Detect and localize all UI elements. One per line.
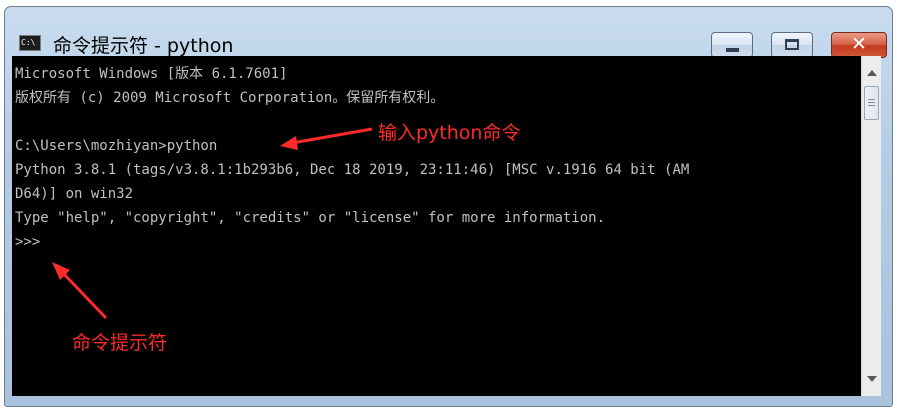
cmd-icon-glyph: C:\ — [21, 38, 36, 47]
console-line: Microsoft Windows [版本 6.1.7601] — [15, 66, 288, 82]
grip-line — [868, 105, 875, 106]
grip-line — [868, 102, 875, 103]
grip-line — [868, 99, 875, 100]
console-line: C:\Users\mozhiyan>python — [15, 138, 218, 154]
console-output: Microsoft Windows [版本 6.1.7601] 版权所有 (c) … — [15, 62, 689, 254]
close-button[interactable]: ✕ — [831, 32, 887, 58]
maximize-icon — [785, 39, 799, 50]
title-bar[interactable]: C:\ 命令提示符 - python ✕ — [5, 7, 892, 61]
close-icon: ✕ — [851, 33, 867, 55]
minimize-icon — [726, 48, 739, 52]
minimize-button[interactable] — [711, 32, 753, 58]
console-line: D64)] on win32 — [15, 186, 134, 202]
python-prompt: >>> — [15, 234, 41, 250]
cmd-app-icon[interactable]: C:\ — [19, 35, 41, 51]
vertical-scrollbar[interactable] — [861, 56, 881, 396]
console-line: Type "help", "copyright", "credits" or "… — [15, 210, 606, 226]
console-line: 版权所有 (c) 2009 Microsoft Corporation。保留所有… — [15, 90, 445, 106]
annotation-command-prompt: 命令提示符 — [72, 332, 168, 354]
window-title: 命令提示符 - python — [53, 35, 234, 57]
scroll-down-arrow-icon[interactable] — [867, 376, 877, 382]
maximize-button[interactable] — [771, 32, 813, 58]
annotation-input-python: 输入python命令 — [378, 122, 521, 144]
console-line: Python 3.8.1 (tags/v3.8.1:1b293b6, Dec 1… — [15, 162, 690, 178]
scroll-up-arrow-icon[interactable] — [867, 70, 877, 76]
scrollbar-thumb[interactable] — [864, 86, 879, 120]
